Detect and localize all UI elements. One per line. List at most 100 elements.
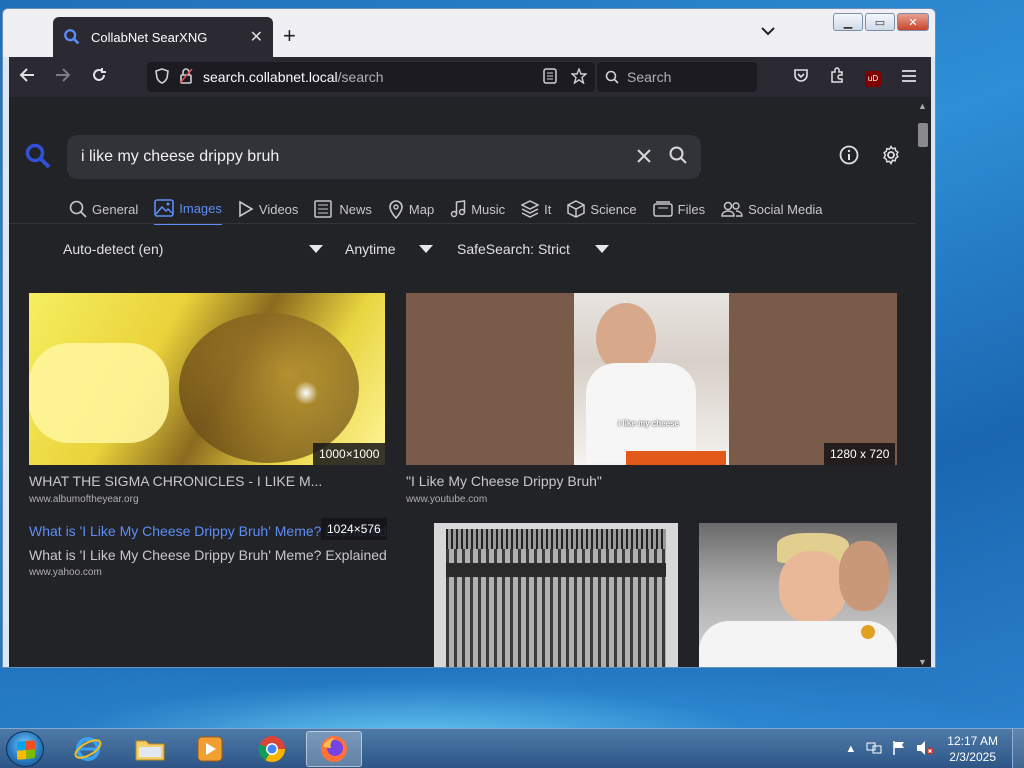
reload-icon[interactable]: [81, 67, 117, 88]
play-icon: [239, 200, 254, 218]
tab-close-icon[interactable]: ✕: [250, 27, 263, 47]
scrollbar-thumb[interactable]: [918, 123, 928, 147]
people-icon: [721, 201, 743, 217]
result-title[interactable]: "I Like My Cheese Drippy Bruh": [406, 473, 602, 489]
windows-taskbar: ▲ 12:17 AM 2/3/2025: [0, 728, 1024, 768]
clock-date: 2/3/2025: [949, 750, 996, 764]
tab-map[interactable]: Map: [388, 197, 434, 225]
tab-searxng[interactable]: CollabNet SearXNG ✕: [53, 17, 273, 57]
browser-search-box[interactable]: Search: [597, 62, 757, 92]
chevron-down-icon: [595, 245, 609, 253]
network-icon[interactable]: [866, 740, 882, 759]
hamburger-menu-icon[interactable]: [895, 69, 923, 86]
tab-bar: CollabNet SearXNG ✕ + ▁ ▭ ✕: [3, 9, 935, 57]
tab-label: General: [92, 201, 139, 217]
clear-query-icon[interactable]: [637, 147, 651, 168]
image-dimensions-badge: 1280 x 720: [824, 443, 896, 465]
newspaper-icon: [314, 200, 333, 218]
bookmark-star-icon[interactable]: [570, 66, 588, 87]
back-arrow-icon[interactable]: [9, 67, 45, 87]
tab-science[interactable]: Science: [567, 197, 637, 225]
tab-label: Science: [590, 201, 637, 217]
search-input[interactable]: i like my cheese drippy bruh: [81, 148, 619, 166]
internet-explorer-taskbar-button[interactable]: [60, 731, 116, 767]
toolbar-extensions: uD: [787, 57, 923, 97]
reader-view-icon[interactable]: [543, 67, 557, 87]
cube-icon: [567, 200, 586, 218]
scroll-down-icon[interactable]: ▼: [918, 657, 927, 667]
result-description: What is 'I Like My Cheese Drippy Bruh' M…: [29, 547, 387, 563]
tab-label: Files: [677, 201, 706, 217]
windows-logo-icon: [17, 740, 35, 760]
show-hidden-icons-icon[interactable]: ▲: [845, 743, 856, 755]
tab-it[interactable]: It: [521, 197, 551, 225]
tab-label: Social Media: [748, 201, 823, 217]
tab-label: Images: [179, 200, 222, 216]
tab-music[interactable]: Music: [450, 197, 505, 225]
tab-images[interactable]: Images: [154, 197, 222, 225]
result-thumbnail[interactable]: i like my cheese: [406, 293, 897, 465]
page-actions: [839, 145, 901, 170]
chrome-taskbar-button[interactable]: [244, 731, 300, 767]
pocket-icon[interactable]: [787, 67, 815, 87]
list-all-tabs-icon[interactable]: [761, 23, 775, 41]
url-bar[interactable]: search.collabnet.local/search: [147, 62, 595, 92]
tab-videos[interactable]: Videos: [238, 197, 298, 225]
image-icon: [154, 199, 175, 217]
tab-social-media[interactable]: Social Media: [721, 197, 823, 225]
searxng-page: i like my cheese drippy bruh General Ima…: [9, 97, 915, 667]
extensions-puzzle-icon[interactable]: [823, 67, 851, 87]
safesearch-select[interactable]: SafeSearch: Strict: [457, 241, 609, 257]
result-thumbnail[interactable]: [434, 523, 678, 667]
language-select[interactable]: Auto-detect (en): [63, 241, 323, 257]
folder-icon: [135, 740, 165, 761]
minimize-button[interactable]: ▁: [833, 13, 863, 31]
search-submit-icon[interactable]: [669, 146, 687, 169]
system-tray: ▲ 12:17 AM 2/3/2025: [840, 729, 1024, 768]
firefox-icon: [321, 736, 347, 762]
clock-time: 12:17 AM: [947, 734, 998, 748]
browser-window: CollabNet SearXNG ✕ + ▁ ▭ ✕ search.colla…: [2, 8, 936, 668]
tab-general[interactable]: General: [69, 197, 138, 225]
time-range-select[interactable]: Anytime: [345, 241, 433, 257]
image-dimensions-badge: 1024×576: [321, 518, 387, 540]
page-scrollbar[interactable]: ▲ ▼: [915, 97, 931, 667]
language-value: Auto-detect (en): [63, 241, 164, 257]
firefox-taskbar-button[interactable]: [306, 731, 362, 767]
tab-files[interactable]: Files: [652, 197, 706, 225]
insecure-lock-icon[interactable]: [179, 67, 193, 87]
header-divider: [9, 223, 915, 224]
searxng-logo-icon[interactable]: [25, 143, 51, 169]
safesearch-value: SafeSearch: Strict: [457, 241, 570, 257]
new-tab-button[interactable]: +: [283, 23, 296, 49]
info-icon[interactable]: [839, 145, 859, 170]
media-player-taskbar-button[interactable]: [182, 731, 238, 767]
settings-gear-icon[interactable]: [881, 145, 901, 170]
search-query-box[interactable]: i like my cheese drippy bruh: [67, 135, 701, 179]
tracking-protection-shield-icon[interactable]: [155, 67, 169, 87]
tab-label: News: [339, 201, 372, 217]
volume-muted-icon[interactable]: [916, 740, 934, 759]
maximize-button[interactable]: ▭: [865, 13, 895, 31]
result-thumbnail[interactable]: [29, 293, 385, 465]
files-icon: [652, 201, 673, 217]
window-controls: ▁ ▭ ✕: [833, 13, 929, 31]
show-desktop-button[interactable]: [1012, 729, 1024, 768]
search-icon: [605, 70, 619, 84]
tab-news[interactable]: News: [314, 197, 372, 225]
start-button[interactable]: [6, 731, 44, 767]
forward-arrow-icon[interactable]: [45, 67, 81, 87]
action-center-flag-icon[interactable]: [892, 740, 906, 759]
taskbar-clock[interactable]: 12:17 AM 2/3/2025: [947, 733, 998, 765]
file-explorer-taskbar-button[interactable]: [122, 731, 178, 767]
close-window-button[interactable]: ✕: [897, 13, 929, 31]
result-title[interactable]: WHAT THE SIGMA CHRONICLES - I LIKE M...: [29, 473, 322, 489]
result-url: www.youtube.com: [406, 494, 488, 505]
layers-icon: [521, 200, 540, 218]
result-thumbnail[interactable]: [699, 523, 897, 667]
ublock-origin-icon[interactable]: uD: [859, 68, 887, 87]
searxng-favicon-icon: [64, 29, 80, 45]
tab-title: CollabNet SearXNG: [91, 29, 208, 45]
media-player-icon: [197, 736, 223, 762]
scroll-up-icon[interactable]: ▲: [918, 101, 927, 111]
